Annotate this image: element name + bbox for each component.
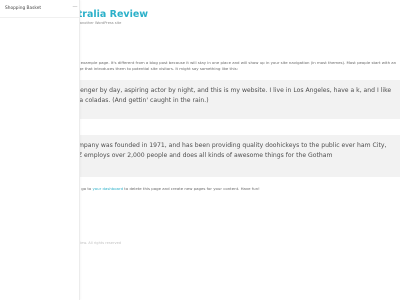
shopping-basket-title: Shopping Basket [5,6,42,11]
dashboard-link[interactable]: your dashboard [92,186,123,191]
blockquote-first: essenger by day, aspiring actor by night… [60,80,400,119]
shopping-basket-panel: Shopping Basket — [0,0,80,300]
outro-paragraph: uld go to your dashboard to delete this … [74,186,394,191]
panel-divider [0,17,79,18]
outro-text-after: to delete this page and create new pages… [123,186,260,191]
page: Australia Review Just another WordPress … [0,0,400,300]
intro-paragraph: This is an example page. It's different … [61,60,397,71]
close-panel-icon[interactable]: — [72,5,78,11]
blockquote-second: Company was founded in 1971, and has bee… [60,135,400,177]
blockquote-first-text: essenger by day, aspiring actor by night… [70,87,392,104]
blockquote-second-text: Company was founded in 1971, and has bee… [70,142,387,159]
footer-text: view. All rights reserved [78,241,122,245]
